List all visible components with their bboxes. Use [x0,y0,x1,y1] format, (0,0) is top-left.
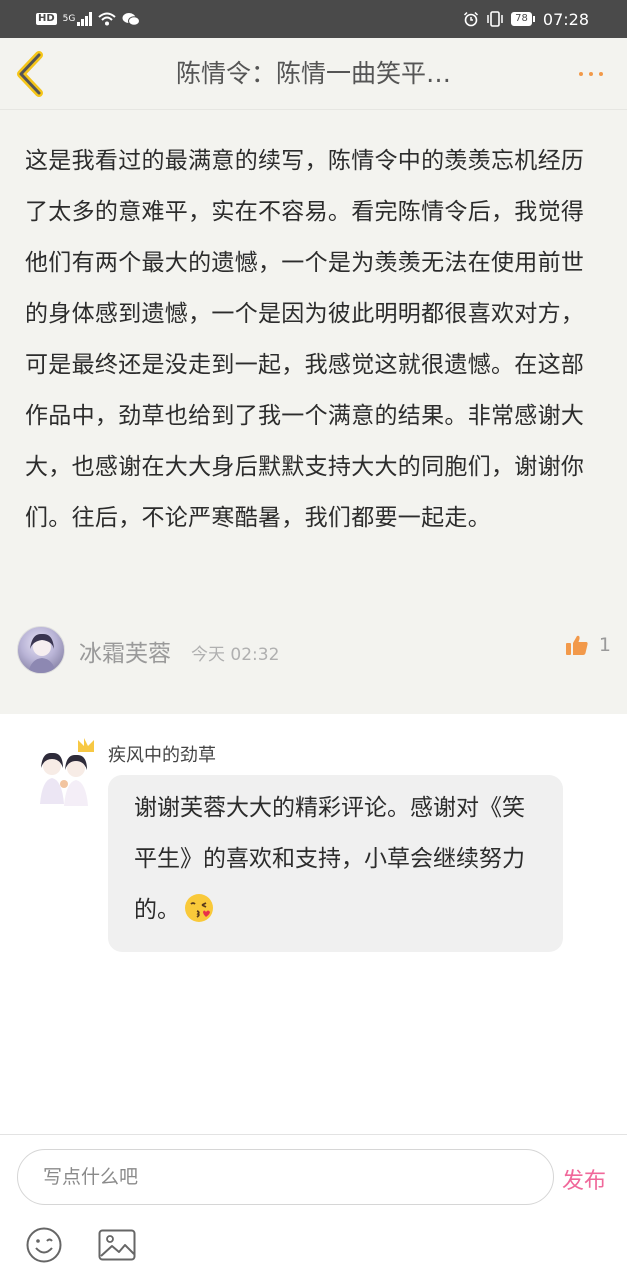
wechat-icon [122,12,141,26]
kissing-face-emoji-icon [185,894,213,922]
more-dots-icon [579,72,583,76]
status-left: HD 5G [36,0,141,38]
network-label: 5G [62,14,76,24]
status-bar: HD 5G 78 07:28 [0,0,627,38]
reply-text-wrap: 谢谢芙蓉大大的精彩评论。感谢对《笑平生》的喜欢和支持，小草会继续努力的。 [134,783,539,936]
comment-input[interactable] [17,1149,554,1205]
thumbs-up-icon [565,635,588,655]
more-dots-icon [599,72,603,76]
back-button[interactable] [12,50,52,98]
avatar-figure-icon [28,633,56,673]
avatar-pair-icon [40,738,94,806]
alarm-icon [464,11,479,27]
like-count: 1 [598,634,611,656]
battery-icon: 78 [511,12,535,26]
like-button[interactable]: 1 [565,634,611,656]
emoji-button[interactable] [26,1227,62,1263]
bottom-bar: 发布 [0,1134,627,1280]
hd-icon: HD [36,13,57,25]
publish-button[interactable]: 发布 [562,1163,606,1195]
comment-author-row: 冰霜芙蓉 今天 02:32 1 [17,626,617,678]
main-comment: 这是我看过的最满意的续写，陈情令中的羡羡忘机经历了太多的意难平，实在不容易。看完… [0,110,627,714]
image-icon [98,1229,136,1261]
clock: 07:28 [542,9,589,29]
more-dots-icon [589,72,593,76]
page-title: 陈情令：陈情一曲笑平… [175,59,451,88]
signal-icon [77,12,93,26]
reply-avatar[interactable] [34,734,102,808]
avatar[interactable] [17,626,65,674]
comment-time: 今天 02:32 [191,645,280,665]
more-button[interactable] [575,64,607,84]
vibrate-icon [487,11,503,27]
reply-author-name[interactable]: 疾风中的劲草 [108,741,216,767]
nav-header: 陈情令：陈情一曲笑平… [0,38,627,110]
reply-bubble: 谢谢芙蓉大大的精彩评论。感谢对《笑平生》的喜欢和支持，小草会继续努力的。 [108,775,563,952]
smiley-icon [26,1227,62,1263]
comment-author-name[interactable]: 冰霜芙蓉 [79,634,171,668]
comment-text: 这是我看过的最满意的续写，陈情令中的羡羡忘机经历了太多的意难平，实在不容易。看完… [25,148,585,531]
image-button[interactable] [98,1229,136,1261]
wifi-icon [98,12,117,26]
status-right: 78 07:28 [463,0,589,38]
chevron-left-icon [17,51,43,97]
